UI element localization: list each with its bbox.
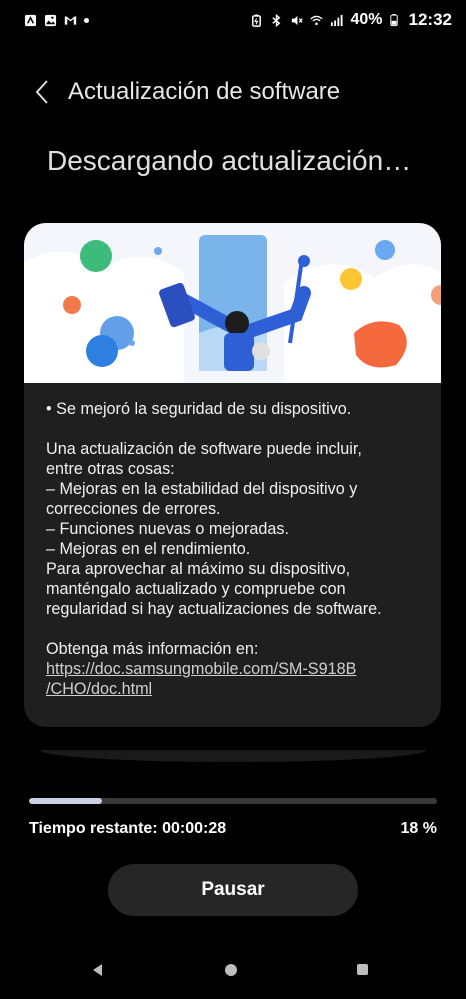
chevron-left-icon [35,80,48,104]
recents-icon[interactable] [357,964,368,975]
signal-icon [331,14,344,26]
battery-saver-icon [252,13,262,27]
back-button[interactable] [28,74,56,110]
battery-icon [389,14,398,27]
progress-percent: 18 % [400,820,437,837]
download-progress-fill [29,798,103,804]
list-item-features: – Funciones nuevas o mejoradas. [46,520,289,538]
app-notification-icon [24,14,37,26]
release-notes-text: • Se mejoró la seguridad de su dispositi… [46,399,426,699]
advice-line-1: Para aprovechar al máximo su dispositivo… [46,560,351,578]
home-icon[interactable] [225,964,237,976]
notification-dot-icon [84,17,89,23]
status-right: 40% 12:32 [250,10,452,30]
page-title: Descargando actualización… [47,145,412,176]
mute-icon [292,15,304,25]
list-item-performance: – Mejoras en el rendimiento. [46,540,251,558]
back-icon[interactable] [93,964,102,976]
navigation-bar [0,950,466,990]
header-title: Actualización de software [68,78,341,105]
release-notes-card: • Se mejoró la seguridad de su dispositi… [24,223,441,727]
status-bar: 40% 12:32 [0,0,466,40]
intro-line-2: entre otras cosas: [46,460,175,478]
app-header: Actualización de software [28,72,446,112]
more-info-label: Obtenga más información en: [46,640,259,658]
advice-line-3: regularidad si hay actualizaciones de so… [46,600,382,618]
status-left [24,14,89,27]
download-progress-bar [29,798,437,804]
list-item-stability: – Mejoras en la estabilidad del disposit… [46,480,358,498]
gallery-icon [44,14,57,26]
info-link-part-2[interactable]: /CHO/doc.html [46,680,152,698]
security-bullet: • Se mejoró la seguridad de su dispositi… [46,400,352,418]
scroll-indicator [40,750,426,762]
pause-button[interactable]: Pausar [108,864,358,916]
intro-line-1: Una actualización de software puede incl… [46,440,362,458]
time-remaining: Tiempo restante: 00:00:28 [29,820,227,837]
battery-percent: 40% [350,11,383,28]
list-item-stability-cont: correcciones de errores. [46,500,221,518]
wifi-icon [310,15,324,25]
info-link-part-1[interactable]: https://doc.samsungmobile.com/SM-S918B [46,660,356,678]
gmail-icon [64,15,77,25]
update-illustration [24,223,441,383]
clock: 12:32 [408,10,452,29]
bluetooth-icon [272,13,281,27]
advice-line-2: manténgalo actualizado y compruebe con [46,580,346,598]
